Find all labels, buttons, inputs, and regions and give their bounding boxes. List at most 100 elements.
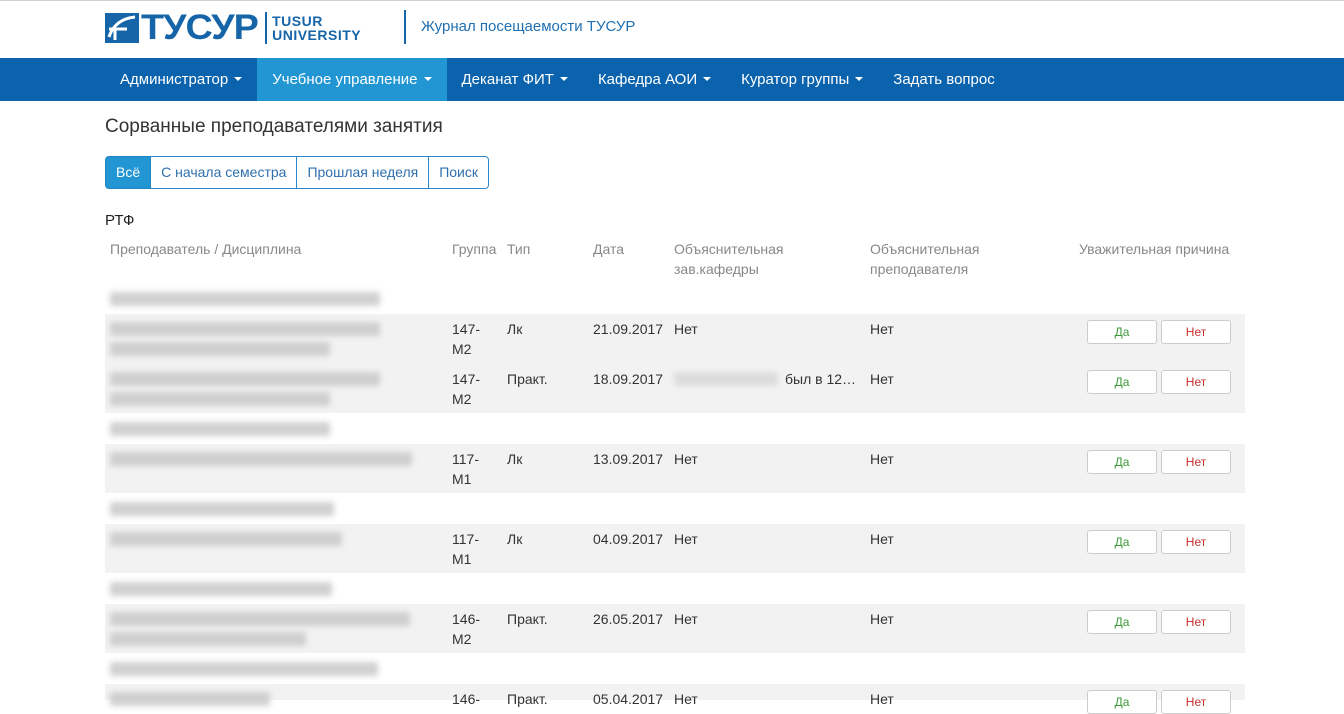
discipline-redacted: [110, 322, 380, 336]
row-group: 146- М2: [452, 609, 480, 649]
faculty-heading: РТФ: [105, 212, 135, 229]
row-date: 21.09.2017: [593, 321, 664, 337]
header-explanation-head-line2: зав.кафедры: [674, 261, 759, 277]
group-line2: М2: [452, 391, 472, 407]
nav-item-admin[interactable]: Администратор: [105, 58, 257, 101]
discipline-redacted: [110, 452, 412, 466]
logo-university: TUSUR UNIVERSITY: [272, 14, 361, 42]
row-explanation-teacher: Нет: [870, 451, 894, 467]
discipline-redacted: [110, 392, 330, 406]
row-type: Лк: [507, 531, 523, 547]
page-title: Сорванные преподавателями занятия: [105, 116, 443, 137]
header-explanation-teacher: Объяснительная преподавателя: [870, 239, 979, 279]
yes-button[interactable]: Да: [1087, 530, 1157, 554]
nav-item-label: Администратор: [120, 71, 229, 88]
no-button[interactable]: Нет: [1161, 690, 1231, 714]
header-type: Тип: [507, 241, 531, 257]
yes-button[interactable]: Да: [1087, 610, 1157, 634]
group-line2: М1: [452, 551, 472, 567]
yes-button[interactable]: Да: [1087, 370, 1157, 394]
teacher-name-redacted: [110, 422, 330, 436]
row-date: 13.09.2017: [593, 451, 664, 467]
filter-button-group: Всё С начала семестра Прошлая неделя Пои…: [105, 156, 489, 189]
header-explanation-head: Объяснительная зав.кафедры: [674, 239, 783, 279]
app-title[interactable]: Журнал посещаемости ТУСУР: [421, 18, 635, 35]
row-type: Практ.: [507, 611, 548, 627]
no-button[interactable]: Нет: [1161, 530, 1231, 554]
row-explanation-head: Нет: [674, 691, 698, 707]
row-date: 18.09.2017: [593, 371, 664, 387]
filter-last-week-button[interactable]: Прошлая неделя: [297, 156, 430, 189]
row-type: Практ.: [507, 691, 548, 707]
discipline-redacted: [110, 372, 380, 386]
header-date: Дата: [593, 241, 625, 257]
group-line2: М1: [452, 471, 472, 487]
row-group: 146-: [452, 691, 481, 707]
group-line2: М2: [452, 631, 472, 647]
filter-semester-button[interactable]: С начала семестра: [151, 156, 298, 189]
nav-item-dean-fit[interactable]: Деканат ФИТ: [447, 58, 583, 101]
teacher-name-redacted: [110, 582, 332, 596]
yes-button[interactable]: Да: [1087, 690, 1157, 714]
row-explanation-head: Нет: [674, 451, 698, 467]
row-group: 117- М1: [452, 449, 479, 489]
header-explanation-teacher-line1: Объяснительная: [870, 241, 980, 257]
tusur-logo[interactable]: ТУСУР TUSUR UNIVERSITY: [105, 8, 361, 47]
discipline-redacted: [110, 342, 330, 356]
group-line2: М2: [452, 341, 472, 357]
teacher-name-redacted: [110, 662, 378, 676]
row-explanation-teacher: Нет: [870, 321, 894, 337]
yes-button[interactable]: Да: [1087, 320, 1157, 344]
discipline-redacted: [110, 612, 410, 626]
row-explanation-teacher: Нет: [870, 611, 894, 627]
row-type: Лк: [507, 451, 523, 467]
row-group: 147- М2: [452, 369, 480, 409]
group-line1: 117-: [452, 451, 479, 467]
nav-item-label: Кафедра АОИ: [597, 71, 698, 88]
group-line1: 146-: [452, 611, 481, 627]
discipline-redacted: [110, 532, 342, 546]
nav-item-group-curator[interactable]: Куратор группы: [726, 58, 878, 101]
row-explanation-teacher: Нет: [870, 691, 894, 707]
row-date: 05.04.2017: [593, 691, 664, 707]
row-explanation-teacher: Нет: [870, 371, 894, 387]
header-valid-reason: Уважительная причина: [1079, 241, 1230, 257]
row-type: Практ.: [507, 371, 548, 387]
filter-all-button[interactable]: Всё: [105, 156, 152, 189]
group-line1: 117-: [452, 531, 479, 547]
no-button[interactable]: Нет: [1161, 610, 1231, 634]
logo-text: ТУСУР: [141, 8, 259, 47]
nav-item-label: Куратор группы: [741, 71, 850, 88]
explanation-redacted: [674, 372, 778, 386]
no-button[interactable]: Нет: [1161, 370, 1231, 394]
nav-item-ask-question[interactable]: Задать вопрос: [878, 58, 1009, 101]
nav-item-department-aoi[interactable]: Кафедра АОИ: [583, 58, 726, 101]
logo-divider: [265, 12, 268, 44]
header-explanation-teacher-line2: преподавателя: [870, 261, 969, 277]
nav-menu: Администратор Учебное управление Деканат…: [105, 58, 1010, 101]
nav-item-academic-office[interactable]: Учебное управление: [257, 58, 447, 101]
group-line1: 147-: [452, 371, 481, 387]
logo-sub-line2: UNIVERSITY: [272, 27, 362, 43]
filter-search-button[interactable]: Поиск: [429, 156, 489, 189]
logo-sub-line1: TUSUR: [272, 13, 323, 29]
no-button[interactable]: Нет: [1161, 450, 1231, 474]
yes-button[interactable]: Да: [1087, 450, 1157, 474]
header-teacher-discipline: Преподаватель / Дисциплина: [110, 241, 302, 257]
discipline-redacted: [110, 632, 306, 646]
teacher-name-redacted: [110, 502, 334, 516]
header-divider: [404, 10, 406, 44]
no-button[interactable]: Нет: [1161, 320, 1231, 344]
nav-item-label: Деканат ФИТ: [461, 71, 554, 88]
header-explanation-head-line1: Объяснительная: [674, 241, 784, 257]
discipline-redacted: [110, 692, 270, 706]
caret-down-icon: [855, 77, 864, 82]
row-date: 04.09.2017: [593, 531, 664, 547]
row-date: 26.05.2017: [593, 611, 664, 627]
nav-item-label: Задать вопрос: [893, 71, 995, 88]
row-explanation-head[interactable]: был в 12…: [785, 369, 856, 389]
caret-down-icon: [423, 77, 432, 82]
tusur-emblem-icon: [105, 13, 139, 43]
caret-down-icon: [703, 77, 712, 82]
group-line1: 147-: [452, 321, 481, 337]
